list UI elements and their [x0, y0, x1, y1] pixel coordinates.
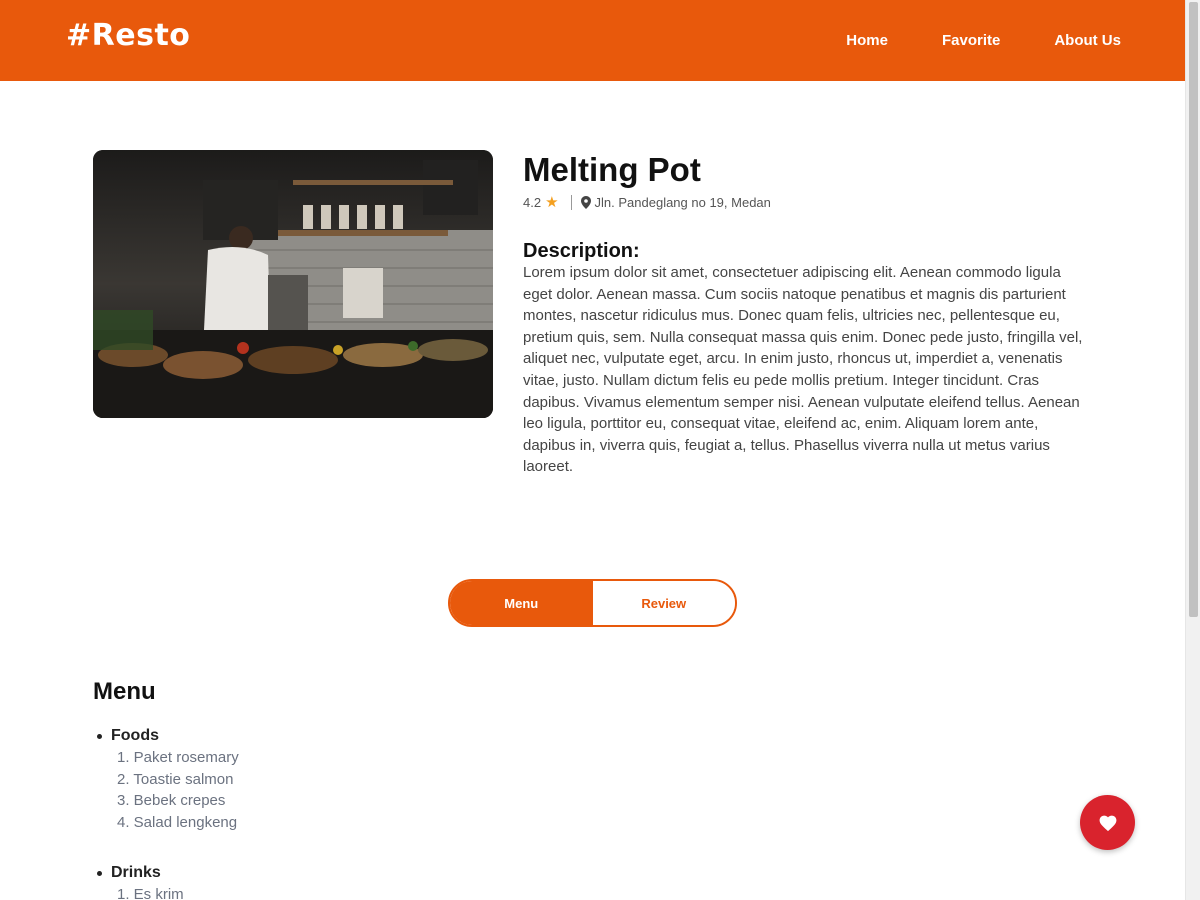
- menu-group-label: Foods: [93, 725, 239, 747]
- list-item: 3. Bebek crepes: [117, 792, 226, 810]
- description-text: Lorem ipsum dolor sit amet, consectetuer…: [523, 264, 1083, 476]
- foods-label: Foods: [111, 727, 159, 744]
- restaurant-address: Jln. Pandeglang no 19, Medan: [594, 194, 771, 210]
- restaurant-info: Melting Pot 4.2 ★ Jln. Pandeglang no 19,…: [523, 150, 1093, 478]
- description-title: Description:: [523, 240, 640, 262]
- restaurant-image: [93, 150, 493, 418]
- bullet-icon: [97, 870, 102, 876]
- heart-icon: [1099, 815, 1116, 831]
- rating: 4.2 ★: [523, 193, 559, 211]
- list-item: 4. Salad lengkeng: [117, 813, 238, 831]
- scrollbar-thumb[interactable]: [1189, 2, 1198, 617]
- tab-review[interactable]: Review: [592, 581, 735, 625]
- main-nav: Home Favorite About Us: [792, 0, 1121, 81]
- star-icon: ★: [545, 194, 559, 211]
- menu-group-label: Drinks: [93, 862, 184, 884]
- foods-list: 1. Paket rosemary 2. Toastie salmon 3. B…: [117, 747, 239, 833]
- app-header: #Resto Home Favorite About Us: [0, 0, 1185, 81]
- nav-favorite-link[interactable]: Favorite: [942, 32, 1000, 49]
- menu-group-foods: Foods 1. Paket rosemary 2. Toastie salmo…: [93, 725, 239, 833]
- list-item: 1. Es krim: [117, 886, 184, 900]
- meta-divider: [570, 194, 572, 210]
- rating-value: 4.2: [523, 194, 542, 210]
- bullet-icon: [97, 733, 102, 739]
- nav-about-link[interactable]: About Us: [1054, 32, 1121, 49]
- nav-home-link[interactable]: Home: [846, 32, 888, 49]
- list-item: 1. Paket rosemary: [117, 749, 239, 766]
- menu-title: Menu: [93, 678, 156, 705]
- list-item: 2. Toastie salmon: [117, 770, 234, 788]
- drinks-list: 1. Es krim: [117, 884, 184, 900]
- favorite-button[interactable]: [1080, 795, 1135, 850]
- map-pin-icon: [580, 195, 591, 209]
- logo[interactable]: #Resto: [66, 18, 190, 53]
- drinks-label: Drinks: [111, 864, 161, 881]
- restaurant-name: Melting Pot: [523, 151, 701, 188]
- restaurant-meta: 4.2 ★ Jln. Pandeglang no 19, Medan: [523, 193, 1093, 211]
- page-scrollbar[interactable]: [1185, 0, 1200, 900]
- detail-tabs: Menu Review: [448, 579, 737, 627]
- menu-group-drinks: Drinks 1. Es krim: [93, 862, 184, 900]
- tab-menu[interactable]: Menu: [450, 581, 593, 625]
